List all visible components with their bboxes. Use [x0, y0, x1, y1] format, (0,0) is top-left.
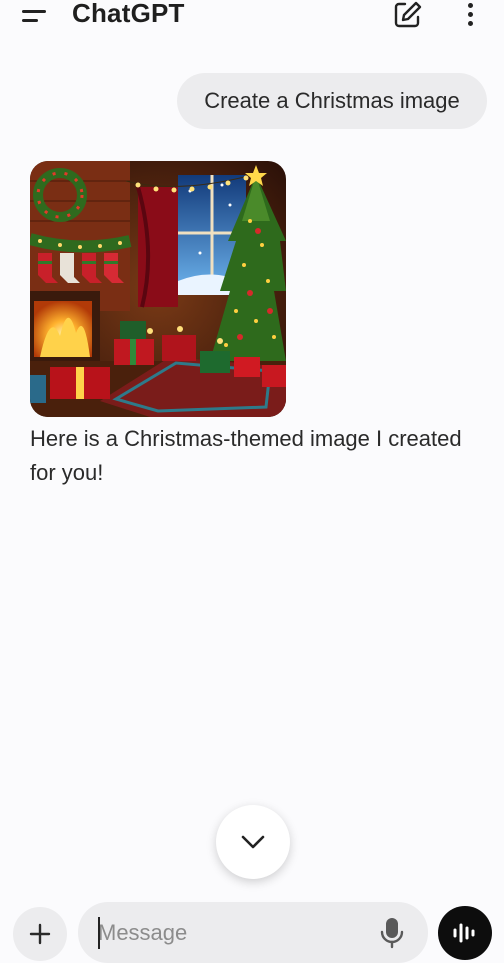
microphone-icon[interactable] [378, 916, 406, 950]
top-bar: ChatGPT [0, 0, 504, 40]
more-dot [468, 12, 473, 17]
generated-image[interactable] [30, 161, 286, 417]
menu-line [22, 10, 46, 13]
chevron-down-icon [241, 835, 265, 849]
app-title: ChatGPT [72, 0, 185, 28]
message-composer [78, 902, 428, 963]
menu-icon[interactable] [18, 2, 52, 30]
user-message-bubble: Create a Christmas image [177, 73, 487, 129]
user-message-text: Create a Christmas image [204, 88, 460, 113]
text-cursor [98, 917, 100, 949]
more-dot [468, 21, 473, 26]
voice-waveform-icon [453, 923, 475, 943]
plus-icon [29, 923, 51, 945]
message-input[interactable] [98, 916, 368, 950]
christmas-scene-illustration [30, 161, 286, 417]
attach-button[interactable] [13, 907, 67, 961]
more-vertical-icon[interactable] [458, 0, 484, 32]
scroll-down-button[interactable] [216, 805, 290, 879]
edit-icon[interactable] [392, 0, 424, 30]
more-dot [468, 3, 473, 8]
voice-mode-button[interactable] [438, 906, 492, 960]
menu-line [22, 19, 38, 22]
assistant-message-text: Here is a Christmas-themed image I creat… [30, 426, 462, 485]
